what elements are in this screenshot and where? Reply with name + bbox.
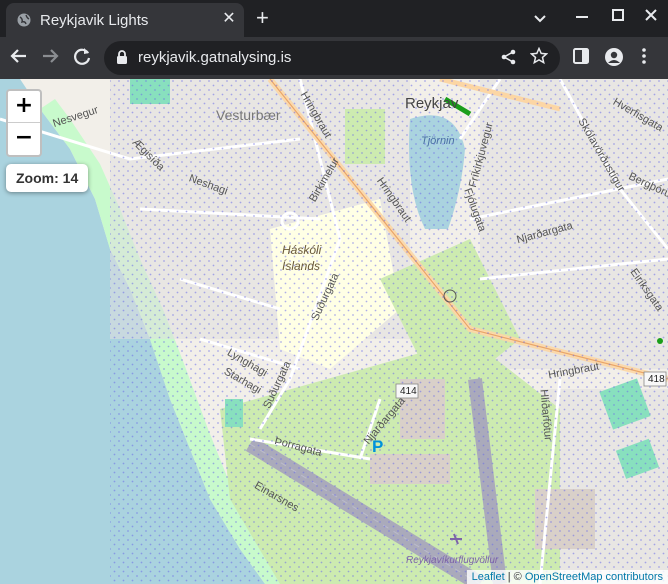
label-haskoli-2: Íslands xyxy=(282,259,321,273)
label-haskoli-1: Háskóli xyxy=(282,243,322,257)
road-shield-418: 418 xyxy=(648,374,665,385)
browser-toolbar: reykjavik.gatnalysing.is xyxy=(0,37,668,79)
tab-search-chevron-icon[interactable] xyxy=(533,12,547,26)
parking-icon[interactable]: P xyxy=(372,437,383,457)
map-tiles[interactable] xyxy=(0,79,668,584)
address-bar[interactable]: reykjavik.gatnalysing.is xyxy=(104,41,560,75)
forward-arrow-icon[interactable] xyxy=(39,45,61,67)
zoom-level-label: Zoom: 14 xyxy=(6,164,89,192)
zoom-out-button[interactable]: − xyxy=(8,123,40,154)
tab-bar: Reykjavik Lights ✕ + xyxy=(0,0,668,37)
window-close-icon[interactable] xyxy=(645,9,657,21)
new-tab-button[interactable]: + xyxy=(256,7,269,29)
profile-avatar-icon[interactable] xyxy=(604,47,624,67)
maximize-icon[interactable] xyxy=(612,9,624,21)
zoom-control: + − xyxy=(6,89,42,157)
attribution-separator: | © xyxy=(504,571,525,583)
reload-icon[interactable] xyxy=(71,45,93,67)
label-tjornin: Tjörnin xyxy=(421,135,455,147)
active-tab[interactable]: Reykjavik Lights ✕ xyxy=(6,3,244,37)
share-icon[interactable] xyxy=(500,48,518,66)
tab-title: Reykjavik Lights xyxy=(40,12,149,29)
label-reykjavik: Reykjav xyxy=(405,95,459,112)
url-text[interactable]: reykjavik.gatnalysing.is xyxy=(138,49,291,66)
road-shield-414: 414 xyxy=(400,386,417,397)
tab-close-icon[interactable]: ✕ xyxy=(220,11,238,27)
osm-contributors-link[interactable]: OpenStreetMap contributors xyxy=(525,571,663,583)
back-arrow-icon[interactable] xyxy=(8,45,30,67)
kebab-menu-icon[interactable] xyxy=(641,47,647,65)
side-panel-icon[interactable] xyxy=(572,47,590,65)
map-view[interactable]: Vesturbær Reykjav Tjörnin Háskóli Ísland… xyxy=(0,79,668,584)
label-vesturbaer: Vesturbær xyxy=(216,107,281,123)
bookmark-star-icon[interactable] xyxy=(530,47,548,65)
lock-icon[interactable] xyxy=(116,50,128,65)
leaflet-link[interactable]: Leaflet xyxy=(472,571,505,583)
minimize-icon[interactable] xyxy=(576,16,588,20)
zoom-in-button[interactable]: + xyxy=(8,91,40,123)
label-airport: Reykjavíkurflugvöllur xyxy=(406,555,499,566)
map-attribution: Leaflet | © OpenStreetMap contributors xyxy=(466,570,668,584)
globe-icon xyxy=(17,13,31,27)
street-lights-layer xyxy=(110,79,668,584)
